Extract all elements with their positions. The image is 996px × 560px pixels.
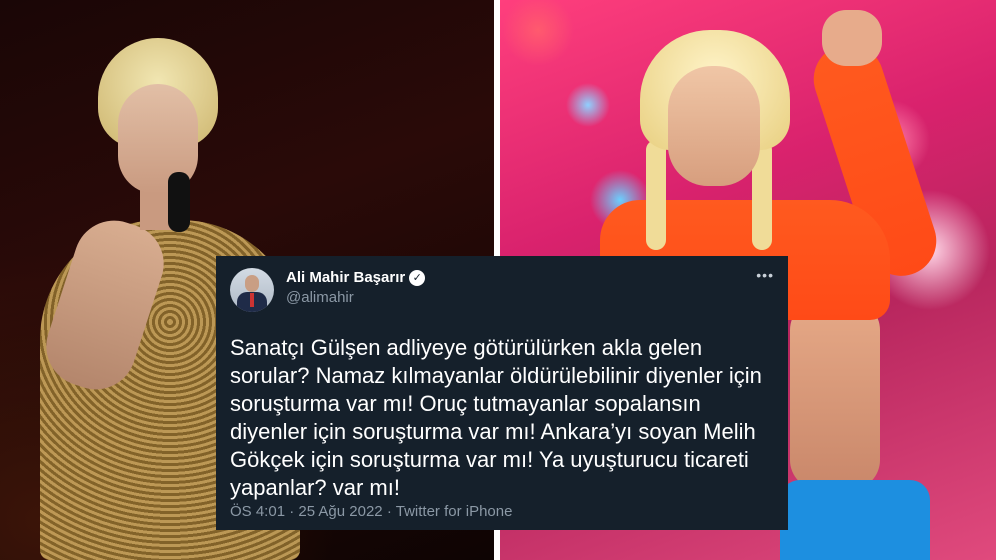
tweet-time[interactable]: ÖS 4:01: [230, 503, 285, 520]
author-info: Ali Mahir Başarır ✓ @alimahir: [286, 268, 426, 308]
tweet-date[interactable]: 25 Ağu 2022: [298, 503, 382, 520]
tweet-meta: ÖS 4:01 · 25 Ağu 2022 · Twitter for iPho…: [230, 502, 512, 522]
meta-separator: ·: [289, 503, 295, 520]
performer-fist: [822, 10, 882, 66]
performer-pants: [780, 480, 930, 560]
display-name[interactable]: Ali Mahir Başarır: [286, 268, 405, 288]
meta-separator: ·: [386, 503, 392, 520]
tweet-header: Ali Mahir Başarır ✓ @alimahir •••: [230, 268, 774, 320]
performer-face: [668, 66, 760, 186]
performer-torso: [790, 300, 880, 490]
name-row: Ali Mahir Başarır ✓: [286, 268, 426, 288]
tweet-source[interactable]: Twitter for iPhone: [396, 503, 513, 520]
user-handle[interactable]: @alimahir: [286, 288, 425, 308]
tweet-card: Ali Mahir Başarır ✓ @alimahir ••• Sanatç…: [216, 256, 788, 530]
verified-badge-icon: ✓: [409, 270, 426, 286]
avatar-tie: [250, 293, 254, 307]
avatar[interactable]: [230, 268, 274, 312]
performer-braid-left: [646, 140, 666, 250]
avatar-head: [245, 275, 259, 292]
more-options-icon[interactable]: •••: [756, 268, 774, 282]
tweet-text: Sanatçı Gülşen adliyeye götürülürken akl…: [230, 335, 762, 500]
microphone: [168, 172, 190, 232]
